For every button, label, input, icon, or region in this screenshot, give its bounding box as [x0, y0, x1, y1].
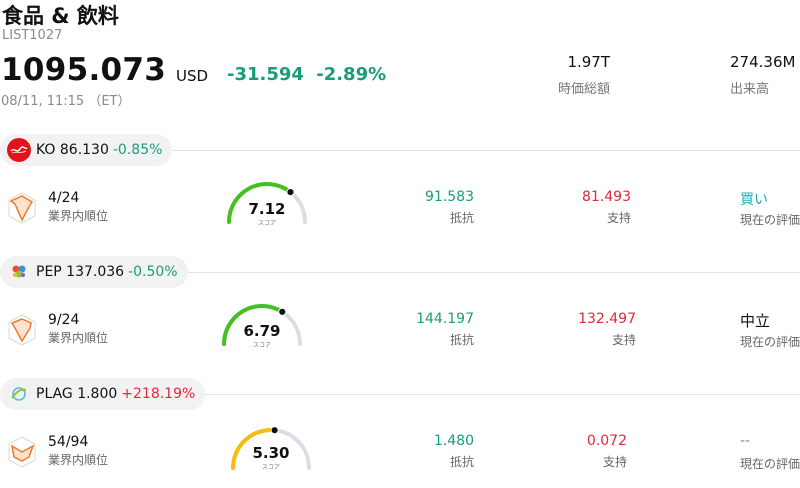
- stock-chip-pep[interactable]: PEP 137.036 -0.50%: [0, 256, 188, 288]
- stock-ticker-price: PLAG 1.800: [36, 386, 118, 402]
- industry-rank-label: 業界内順位: [48, 453, 109, 467]
- industry-rank-icon: [7, 435, 37, 469]
- market-cap-label: 時価総額: [557, 82, 610, 97]
- page-title: 食品 & 飲料: [2, 4, 119, 28]
- evaluation-label: 現在の評価: [740, 213, 800, 227]
- timestamp: 08/11, 11:15 （ET）: [1, 94, 131, 109]
- planet-green-logo-icon: [7, 382, 31, 406]
- currency-label: USD: [176, 67, 209, 85]
- score-value: 5.30: [252, 444, 290, 462]
- support-label: 支持: [611, 333, 636, 347]
- stock-chip-plag[interactable]: PLAG 1.800 +218.19%: [0, 378, 206, 410]
- industry-rank-value: 54/94: [48, 434, 89, 450]
- score-label: スコア: [261, 464, 280, 471]
- volume-value: 274.36M: [730, 53, 796, 71]
- industry-rank-label: 業界内順位: [48, 331, 109, 345]
- score-label: スコア: [257, 220, 276, 227]
- support-label: 支持: [602, 455, 627, 469]
- stock-change-percent: +218.19%: [121, 386, 196, 402]
- gauge-marker: [278, 307, 287, 316]
- resistance-value: 144.197: [416, 311, 474, 327]
- gauge-marker: [286, 188, 295, 197]
- industry-rank-value: 4/24: [48, 190, 80, 206]
- stock-change-percent: -0.50%: [128, 264, 178, 280]
- stock-ticker-price: KO 86.130: [36, 142, 109, 158]
- stock-ticker-price: PEP 137.036: [36, 264, 125, 280]
- evaluation-label: 現在の評価: [740, 457, 800, 471]
- volume-label: 出来高: [730, 82, 770, 97]
- evaluation-label: 現在の評価: [740, 335, 800, 349]
- pepsico-logo-icon: [7, 260, 31, 284]
- index-price: 1095.073: [1, 52, 167, 88]
- industry-rank-icon: [7, 313, 37, 347]
- market-cap-value: 1.97T: [567, 53, 610, 71]
- resistance-value: 91.583: [425, 189, 474, 205]
- gauge-marker: [270, 426, 279, 435]
- score-value: 7.12: [248, 200, 286, 218]
- score-label: スコア: [252, 342, 271, 349]
- evaluation-value: 中立: [740, 312, 771, 330]
- support-value: 81.493: [582, 189, 631, 205]
- evaluation-value: --: [740, 433, 751, 449]
- industry-rank-value: 9/24: [48, 312, 80, 328]
- price-change-value: -31.594: [227, 64, 304, 85]
- resistance-label: 抵抗: [449, 455, 474, 469]
- support-value: 132.497: [578, 311, 636, 327]
- industry-rank-icon: [7, 191, 37, 225]
- coca-cola-logo-icon: [7, 138, 31, 162]
- evaluation-value: 買い: [740, 192, 768, 208]
- score-value: 6.79: [243, 322, 281, 340]
- list-id: LIST1027: [2, 28, 63, 43]
- support-value: 0.072: [586, 433, 627, 449]
- price-change-percent: -2.89%: [316, 64, 387, 85]
- price-change: -31.594 -2.89%: [227, 64, 386, 85]
- resistance-label: 抵抗: [449, 211, 474, 225]
- resistance-value: 1.480: [433, 433, 474, 449]
- stock-change-percent: -0.85%: [112, 142, 163, 158]
- industry-rank-label: 業界内順位: [48, 209, 109, 223]
- resistance-label: 抵抗: [449, 333, 474, 347]
- stock-chip-ko[interactable]: KO 86.130 -0.85%: [0, 134, 173, 166]
- support-label: 支持: [606, 211, 631, 225]
